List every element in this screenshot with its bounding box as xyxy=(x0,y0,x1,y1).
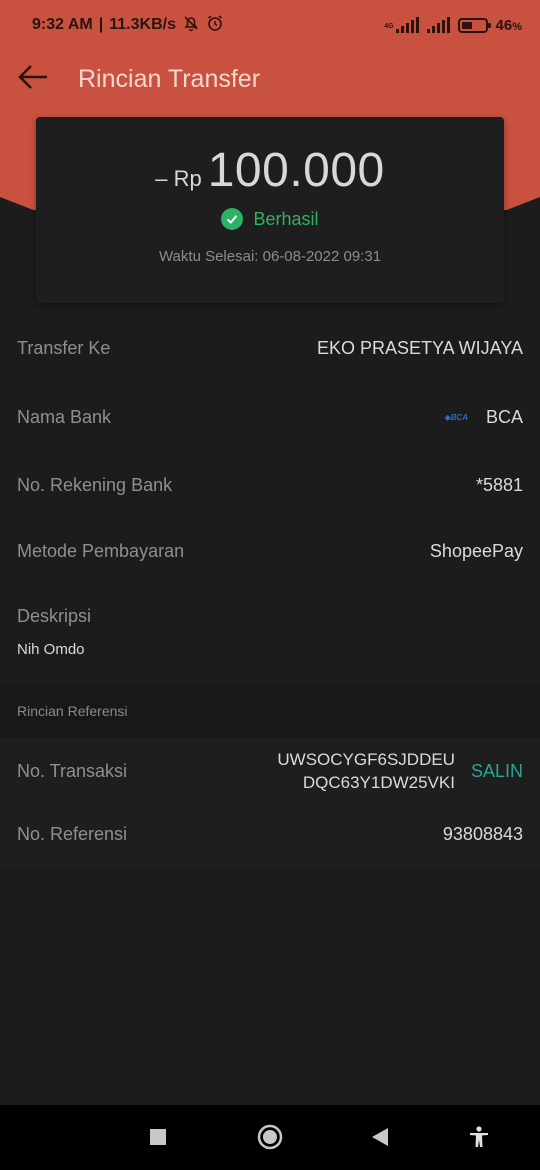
battery-fill xyxy=(461,21,472,29)
transfer-to-label: Transfer Ke xyxy=(17,337,111,358)
back-button[interactable] xyxy=(0,50,66,108)
account-label: No. Rekening Bank xyxy=(17,474,173,495)
payment-method-row: Metode Pembayaran ShopeePay xyxy=(0,535,540,567)
status-left: 9:32 AM | 11.3KB/s xyxy=(32,14,224,37)
home-button[interactable] xyxy=(256,1124,284,1155)
arrow-left-icon xyxy=(17,64,49,95)
amount-row: – Rp 100.000 xyxy=(155,143,385,198)
reference-value: 93808843 xyxy=(442,824,523,844)
signal-icon-1 xyxy=(395,17,419,33)
battery-icon xyxy=(457,17,491,33)
bca-logo-icon: ◆BCA xyxy=(444,412,468,422)
transaction-row: No. Transaksi UWSOCYGF6SJDDEU DQC63Y1DW2… xyxy=(17,748,523,794)
description-value: Nih Omdo xyxy=(17,641,85,658)
bank-label: Nama Bank xyxy=(17,406,112,427)
status-divider: | xyxy=(98,16,104,33)
transfer-to-value: EKO PRASETYA WIJAYA xyxy=(316,337,523,358)
transaction-id-line1: UWSOCYGF6SJDDEU xyxy=(277,750,455,769)
battery-unit: % xyxy=(512,20,522,33)
system-nav-bar xyxy=(0,1105,540,1170)
mute-bell-icon xyxy=(182,14,200,37)
reference-section-header: Rincian Referensi xyxy=(0,684,540,738)
description-block: Deskripsi Nih Omdo xyxy=(0,606,540,658)
check-circle-icon xyxy=(221,208,244,230)
signal-icon-2 xyxy=(426,17,450,33)
accessibility-button[interactable] xyxy=(465,1125,493,1153)
bank-value-group: ◆BCA BCA xyxy=(444,407,523,428)
battery-level: 46% xyxy=(496,17,522,34)
description-label: Deskripsi xyxy=(17,606,92,626)
transaction-label: No. Transaksi xyxy=(17,760,128,781)
account-value: *5881 xyxy=(475,474,523,495)
transfer-to-row: Transfer Ke EKO PRASETYA WIJAYA xyxy=(0,332,540,364)
recent-apps-icon xyxy=(150,1128,166,1150)
transaction-id: UWSOCYGF6SJDDEU DQC63Y1DW25VKI xyxy=(277,748,455,794)
page-title: Rincian Transfer xyxy=(78,64,261,93)
account-row: No. Rekening Bank *5881 xyxy=(0,469,540,501)
status-time: 9:32 AM xyxy=(32,16,93,33)
payment-method-value: ShopeePay xyxy=(429,540,523,561)
alarm-icon xyxy=(206,14,224,37)
back-icon xyxy=(372,1127,388,1151)
recent-apps-button[interactable] xyxy=(144,1125,172,1153)
reference-block: No. Transaksi UWSOCYGF6SJDDEU DQC63Y1DW2… xyxy=(0,738,540,868)
transaction-id-line2: DQC63Y1DW25VKI xyxy=(302,773,455,792)
completed-time: Waktu Selesai: 06-08-2022 09:31 xyxy=(158,248,382,265)
transaction-right: UWSOCYGF6SJDDEU DQC63Y1DW25VKI SALIN xyxy=(277,748,523,794)
bank-logo-text: BCA xyxy=(450,412,468,422)
battery-percent: 46 xyxy=(495,16,513,34)
status-label: Berhasil xyxy=(253,208,319,229)
transfer-status: Berhasil xyxy=(221,208,319,230)
copy-button[interactable]: SALIN xyxy=(471,761,523,782)
bank-row: Nama Bank ◆BCA BCA xyxy=(0,401,540,433)
network-speed: 11.3KB/s xyxy=(109,16,176,33)
network-type: 4G xyxy=(384,22,394,30)
amount-sign: – Rp xyxy=(155,166,202,191)
payment-method-label: Metode Pembayaran xyxy=(17,540,185,561)
reference-section-title: Rincian Referensi xyxy=(17,703,128,719)
app-bar: Rincian Transfer xyxy=(0,50,540,108)
status-right: 4G 46% xyxy=(384,17,522,34)
amount-card: – Rp 100.000 Berhasil Waktu Selesai: 06-… xyxy=(36,117,504,303)
bank-value: BCA xyxy=(485,406,523,427)
screen: 9:32 AM | 11.3KB/s 4G 46% Rincian Transf… xyxy=(0,0,540,1170)
reference-row: No. Referensi 93808843 xyxy=(17,824,523,845)
home-icon xyxy=(257,1124,283,1155)
reference-label: No. Referensi xyxy=(17,824,128,844)
nav-back-button[interactable] xyxy=(366,1125,394,1153)
status-bar: 9:32 AM | 11.3KB/s 4G 46% xyxy=(0,0,540,50)
amount-value: 100.000 xyxy=(207,144,385,197)
accessibility-icon xyxy=(469,1125,489,1153)
